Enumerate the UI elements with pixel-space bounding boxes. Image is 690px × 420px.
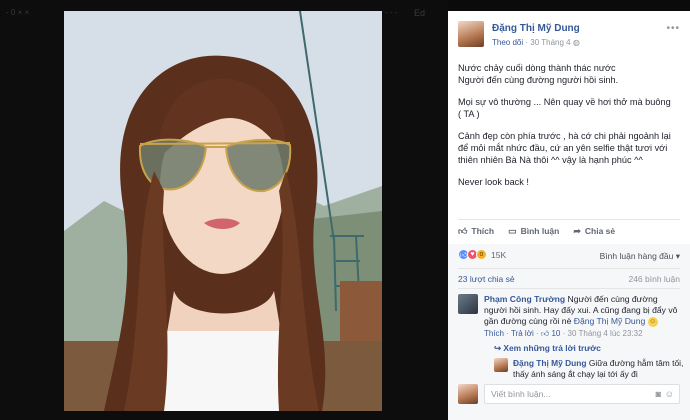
post-photo[interactable] bbox=[64, 11, 382, 411]
share-label: Chia sẻ bbox=[584, 226, 616, 236]
follow-link[interactable]: Theo dõi bbox=[492, 38, 523, 47]
reply-arrow-icon: ↪ bbox=[494, 343, 504, 353]
reply-avatar[interactable] bbox=[494, 358, 508, 372]
post-side-panel: Đặng Thị Mỹ Dung Theo dõi · 30 Tháng 4 ◍… bbox=[448, 11, 690, 420]
comment-time[interactable]: 30 Tháng 4 lúc 23:32 bbox=[568, 329, 643, 338]
post-actions: 👍︎ Thích ▭ Bình luận ➦ Chia sẻ bbox=[458, 223, 680, 239]
comment-body: Phạm Công Trường Người đến cùng đường ng… bbox=[484, 294, 680, 327]
post-paragraph: Never look back ! bbox=[458, 177, 529, 188]
more-options-icon[interactable]: ••• bbox=[666, 23, 680, 34]
comment-sort-dropdown[interactable]: Bình luận hàng đầu ▾ bbox=[600, 251, 680, 262]
comment-like-icon: 👍︎ bbox=[540, 329, 550, 338]
like-button[interactable]: 👍︎ Thích bbox=[458, 223, 494, 239]
commenter-avatar[interactable] bbox=[458, 294, 478, 314]
share-icon: ➦ bbox=[573, 225, 581, 236]
comment-label: Bình luận bbox=[520, 226, 560, 236]
wow-reaction-icon: o bbox=[476, 249, 487, 260]
globe-icon: ◍ bbox=[572, 38, 580, 47]
comment-composer: ◙ ☺ bbox=[458, 384, 680, 404]
author-avatar[interactable] bbox=[458, 21, 484, 47]
share-count[interactable]: 23 lượt chia sẻ bbox=[458, 274, 515, 284]
comment-mention[interactable]: Đặng Thị Mỹ Dung bbox=[574, 316, 646, 326]
post-stats: 23 lượt chia sẻ 246 bình luận bbox=[458, 274, 680, 284]
post-meta: Theo dõi · 30 Tháng 4 ◍ bbox=[492, 38, 580, 47]
author-name[interactable]: Đặng Thị Mỹ Dung bbox=[492, 23, 580, 34]
divider bbox=[458, 219, 680, 220]
emoji-icon[interactable]: ☺ bbox=[665, 389, 674, 399]
view-previous-replies[interactable]: ↪ Xem những trả lời trước bbox=[494, 343, 601, 353]
selfie-photo bbox=[64, 11, 382, 411]
post-paragraph: Cảnh đẹp còn phía trước , hà cớ chi phải… bbox=[458, 131, 671, 165]
reply-body: Đặng Thị Mỹ Dung Giữa đường hẫm tâm tối,… bbox=[513, 358, 690, 380]
view-replies-label: Xem những trả lời trước bbox=[503, 343, 601, 353]
post-header: Đặng Thị Mỹ Dung Theo dõi · 30 Tháng 4 ◍… bbox=[458, 21, 680, 57]
thumbs-up-icon: 👍︎ bbox=[458, 225, 468, 236]
comment-like-count[interactable]: 10 bbox=[551, 329, 560, 338]
post-paragraph: Mọi sự vô thường ... Nên quay về hơi thở… bbox=[458, 97, 671, 119]
like-label: Thích bbox=[471, 226, 495, 236]
reaction-count: 15K bbox=[491, 249, 507, 260]
comment-like-link[interactable]: Thích bbox=[484, 329, 504, 338]
post-paragraph: Nước chảy cuối dòng thành thác nước Ngườ… bbox=[458, 63, 619, 85]
comment-meta: Thích · Trả lời · 👍︎ 10 · 30 Tháng 4 lúc… bbox=[484, 329, 643, 339]
reply-author[interactable]: Đặng Thị Mỹ Dung bbox=[513, 358, 587, 368]
comment-input[interactable] bbox=[485, 385, 635, 403]
comment-count: 246 bình luận bbox=[628, 274, 680, 284]
feedback-section: 👍︎ ♥ o 15K Bình luận hàng đầu ▾ 23 lượt … bbox=[448, 244, 690, 420]
background-tab-text: - 0 × × bbox=[6, 8, 30, 17]
smile-emoji-icon: ☺ bbox=[647, 316, 658, 327]
background-text: Ed bbox=[414, 8, 426, 18]
comment-reply-link[interactable]: Trả lời bbox=[511, 329, 534, 338]
commenter-name[interactable]: Phạm Công Trường bbox=[484, 294, 565, 304]
camera-icon[interactable]: ◙ bbox=[656, 389, 661, 399]
divider bbox=[458, 288, 680, 289]
comment-button[interactable]: ▭ Bình luận bbox=[508, 223, 559, 239]
my-avatar bbox=[458, 384, 478, 404]
share-button[interactable]: ➦ Chia sẻ bbox=[573, 223, 615, 239]
comment-input-box[interactable]: ◙ ☺ bbox=[484, 384, 680, 404]
divider bbox=[458, 268, 680, 269]
comment-icon: ▭ bbox=[508, 225, 517, 236]
reaction-summary[interactable]: 👍︎ ♥ o 15K bbox=[458, 249, 506, 260]
post-date[interactable]: 30 Tháng 4 bbox=[530, 38, 570, 47]
post-text: Nước chảy cuối dòng thành thác nước Ngườ… bbox=[458, 63, 680, 200]
background-text: - - - bbox=[385, 8, 398, 17]
